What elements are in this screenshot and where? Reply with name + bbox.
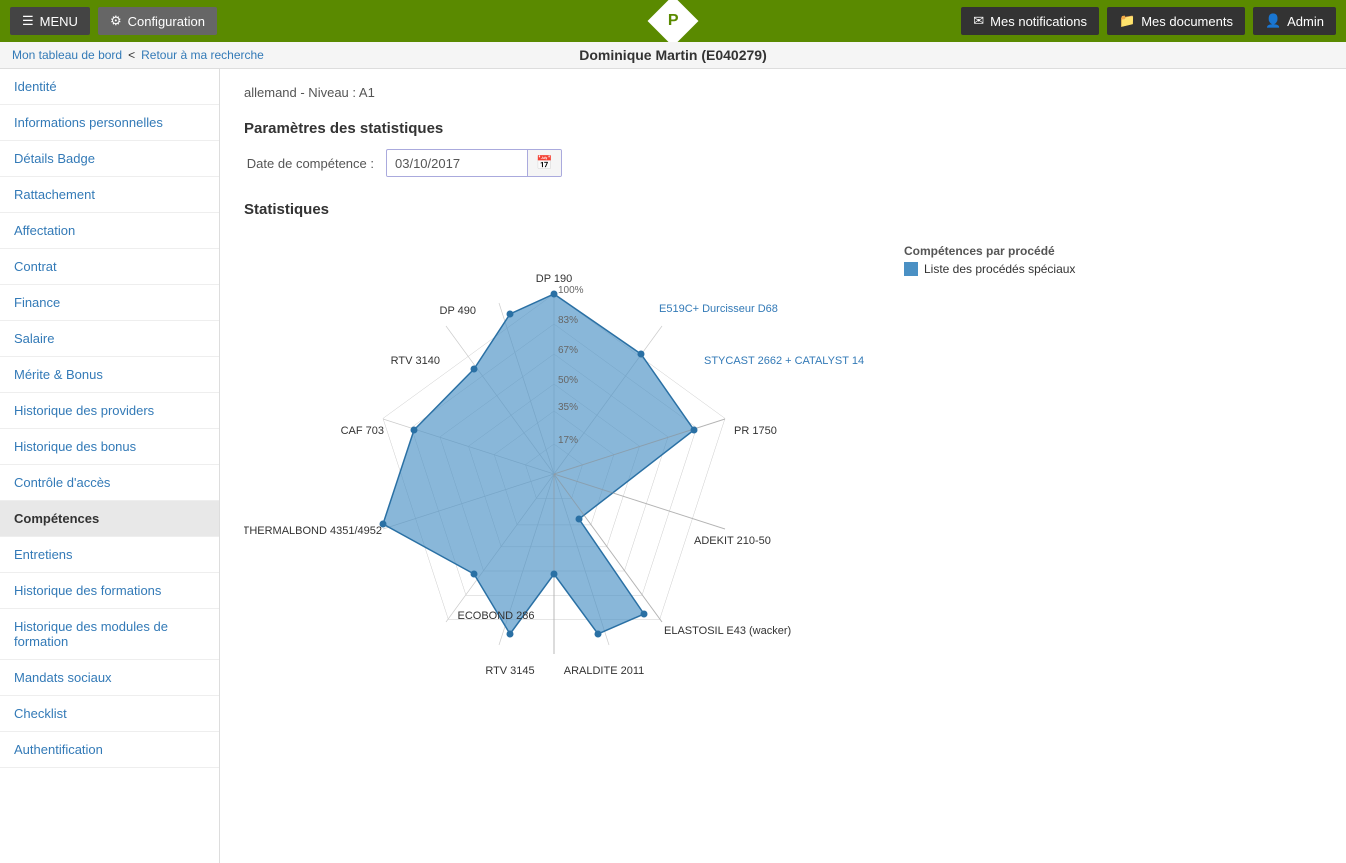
label-stycast: STYCAST 2662 + CATALYST 14 ou 17 — [704, 355, 864, 367]
label-rtv3140: RTV 3140 — [391, 355, 440, 367]
menu-icon: ☰ — [22, 13, 34, 29]
legend-title: Compétences par procédé — [904, 244, 1075, 258]
label-adekit: ADEKIT 210-50 — [694, 535, 771, 547]
sidebar-item[interactable]: Authentification — [0, 732, 219, 768]
menu-button[interactable]: ☰ MENU — [10, 7, 90, 35]
svg-text:35%: 35% — [558, 402, 578, 413]
radar-chart: 100% 83% 67% 50% 35% 17% DP 190 DP 490 — [244, 234, 884, 694]
stats-title: Statistiques — [244, 201, 1322, 218]
svg-text:83%: 83% — [558, 315, 578, 326]
label-dp490: DP 490 — [440, 305, 477, 317]
stats-section: Statistiques — [244, 201, 1322, 694]
config-label: Configuration — [128, 14, 205, 29]
radar-legend: Compétences par procédé Liste des procéd… — [904, 244, 1075, 276]
admin-label: Admin — [1287, 14, 1324, 29]
svg-text:100%: 100% — [558, 285, 584, 296]
legend-text: Liste des procédés spéciaux — [924, 262, 1075, 276]
sidebar-item[interactable]: Historique des providers — [0, 393, 219, 429]
sidebar-item[interactable]: Mandats sociaux — [0, 660, 219, 696]
label-elastosil: ELASTOSIL E43 (wacker) — [664, 625, 791, 637]
sidebar-item[interactable]: Finance — [0, 285, 219, 321]
calendar-button[interactable]: 📅 — [527, 150, 561, 176]
sidebar-item[interactable]: Compétences — [0, 501, 219, 537]
menu-label: MENU — [40, 14, 78, 29]
left-buttons: ☰ MENU ⚙ Configuration — [10, 7, 217, 35]
label-araldite: ARALDITE 2011 — [564, 665, 645, 677]
label-thermalbond: THERMALBOND 4351/4952 — [244, 525, 382, 537]
breadcrumb: Mon tableau de bord < Retour à ma recher… — [0, 42, 1346, 69]
legend-color — [904, 262, 918, 276]
sidebar-item[interactable]: Historique des formations — [0, 573, 219, 609]
radar-container: 100% 83% 67% 50% 35% 17% DP 190 DP 490 — [244, 234, 1322, 694]
logo-text: P — [668, 12, 679, 30]
notifications-button[interactable]: ✉ Mes notifications — [961, 7, 1099, 35]
legend-item: Liste des procédés spéciaux — [904, 262, 1075, 276]
sidebar-item[interactable]: Entretiens — [0, 537, 219, 573]
top-navigation: ☰ MENU ⚙ Configuration P ✉ Mes notificat… — [0, 0, 1346, 42]
sidebar-item[interactable]: Checklist — [0, 696, 219, 732]
sidebar-item[interactable]: Contrat — [0, 249, 219, 285]
content-area: allemand - Niveau : A1 Paramètres des st… — [220, 69, 1346, 863]
sidebar: IdentitéInformations personnellesDétails… — [0, 69, 220, 863]
date-input[interactable] — [387, 151, 527, 176]
label-rtv3145: RTV 3145 — [485, 665, 534, 677]
params-title: Paramètres des statistiques — [244, 120, 1322, 137]
sidebar-item[interactable]: Affectation — [0, 213, 219, 249]
folder-icon: 📁 — [1119, 13, 1135, 29]
svg-text:67%: 67% — [558, 345, 578, 356]
breadcrumb-home[interactable]: Mon tableau de bord — [12, 48, 122, 62]
sidebar-item[interactable]: Détails Badge — [0, 141, 219, 177]
user-icon: 👤 — [1265, 13, 1281, 29]
sidebar-item[interactable]: Identité — [0, 69, 219, 105]
logo: P — [655, 3, 691, 39]
main-layout: IdentitéInformations personnellesDétails… — [0, 69, 1346, 863]
gear-icon: ⚙ — [110, 13, 122, 29]
sidebar-item[interactable]: Historique des bonus — [0, 429, 219, 465]
page-title: Dominique Martin (E040279) — [579, 47, 767, 63]
label-e519c: E519C+ Durcisseur D68 — [659, 303, 778, 315]
notif-label: Mes notifications — [990, 14, 1087, 29]
label-dp190: DP 190 — [536, 273, 573, 285]
label-caf703: CAF 703 — [341, 425, 384, 437]
sidebar-item[interactable]: Contrôle d'accès — [0, 465, 219, 501]
docs-label: Mes documents — [1141, 14, 1233, 29]
label-ecobond: ECOBOND 286 — [457, 610, 534, 622]
breadcrumb-back[interactable]: Retour à ma recherche — [141, 48, 264, 62]
sidebar-item[interactable]: Mérite & Bonus — [0, 357, 219, 393]
config-button[interactable]: ⚙ Configuration — [98, 7, 217, 35]
date-row: Date de compétence : 📅 — [244, 149, 1322, 177]
language-info: allemand - Niveau : A1 — [244, 85, 1322, 100]
params-section: Paramètres des statistiques Date de comp… — [244, 120, 1322, 177]
admin-button[interactable]: 👤 Admin — [1253, 7, 1336, 35]
svg-text:17%: 17% — [558, 435, 578, 446]
documents-button[interactable]: 📁 Mes documents — [1107, 7, 1245, 35]
sidebar-item[interactable]: Rattachement — [0, 177, 219, 213]
label-pr1750: PR 1750 — [734, 425, 777, 437]
mail-icon: ✉ — [973, 13, 984, 29]
right-buttons: ✉ Mes notifications 📁 Mes documents 👤 Ad… — [961, 7, 1336, 35]
date-label: Date de compétence : — [244, 156, 374, 171]
breadcrumb-sep1: < — [128, 48, 135, 62]
svg-text:50%: 50% — [558, 375, 578, 386]
sidebar-item[interactable]: Informations personnelles — [0, 105, 219, 141]
sidebar-item[interactable]: Salaire — [0, 321, 219, 357]
date-input-wrapper: 📅 — [386, 149, 562, 177]
radar-svg: 100% 83% 67% 50% 35% 17% DP 190 DP 490 — [244, 234, 864, 694]
logo-diamond: P — [648, 0, 699, 46]
sidebar-item[interactable]: Historique des modules de formation — [0, 609, 219, 660]
